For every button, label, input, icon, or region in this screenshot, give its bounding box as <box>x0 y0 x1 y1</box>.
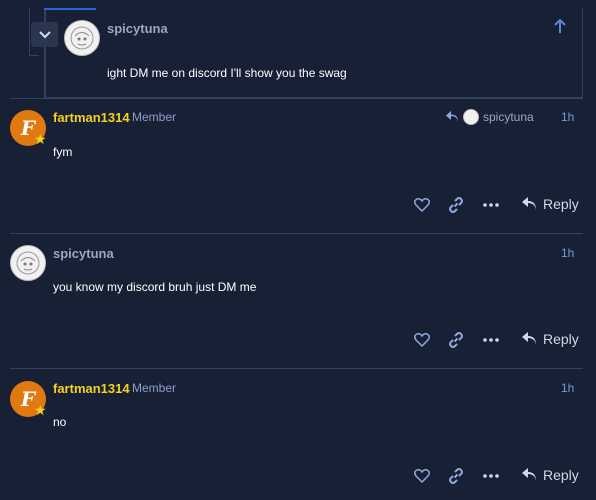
like-button[interactable] <box>412 331 432 349</box>
star-icon: ★ <box>34 402 47 418</box>
collapse-quote-button[interactable] <box>31 22 58 47</box>
quote-accent-line <box>44 8 96 10</box>
avatar[interactable] <box>10 245 46 281</box>
star-icon: ★ <box>34 131 47 147</box>
post-text: fym <box>53 145 73 159</box>
avatar <box>463 109 479 125</box>
post-divider <box>10 98 583 99</box>
topic-thread: spicytuna ight DM me on discord I'll sho… <box>0 0 596 500</box>
reply-label: Reply <box>543 196 579 212</box>
quote-username[interactable]: spicytuna <box>107 21 168 36</box>
member-badge: Member <box>132 381 177 395</box>
more-actions-button[interactable] <box>481 331 501 349</box>
avatar-drawing-icon <box>16 251 40 275</box>
heart-icon <box>414 333 430 347</box>
reply-button[interactable]: Reply <box>521 331 579 347</box>
reply-to-username: spicytuna <box>483 110 534 124</box>
link-icon <box>449 468 463 484</box>
reply-arrow-icon <box>522 332 536 345</box>
ellipsis-icon <box>483 203 499 207</box>
reply-arrow-icon <box>522 468 536 481</box>
post-time[interactable]: 1h <box>561 110 574 124</box>
more-actions-button[interactable] <box>481 196 501 214</box>
avatar-drawing-icon <box>70 26 94 50</box>
ellipsis-icon <box>483 474 499 478</box>
post-username[interactable]: fartman1314 <box>53 110 130 125</box>
heart-icon <box>414 198 430 212</box>
post-username[interactable]: spicytuna <box>53 246 114 261</box>
like-button[interactable] <box>412 196 432 214</box>
reply-arrow-icon <box>522 197 536 210</box>
link-icon <box>449 332 463 348</box>
post-divider <box>10 233 583 234</box>
like-button[interactable] <box>412 467 432 485</box>
copy-link-button[interactable] <box>446 331 466 349</box>
reply-button[interactable]: Reply <box>521 196 579 212</box>
reply-button[interactable]: Reply <box>521 467 579 483</box>
arrow-up-icon[interactable] <box>553 18 567 34</box>
post-text: you know my discord bruh just DM me <box>53 280 257 294</box>
reply-label: Reply <box>543 467 579 483</box>
heart-icon <box>414 469 430 483</box>
reply-label: Reply <box>543 331 579 347</box>
member-badge: Member <box>132 110 177 124</box>
ellipsis-icon <box>483 338 499 342</box>
reply-arrow-icon <box>446 111 458 122</box>
post-time[interactable]: 1h <box>561 246 574 260</box>
post-time[interactable]: 1h <box>561 381 574 395</box>
link-icon <box>449 197 463 213</box>
more-actions-button[interactable] <box>481 467 501 485</box>
post-divider <box>10 368 583 369</box>
quote-text: ight DM me on discord I'll show you the … <box>107 66 347 80</box>
post-username[interactable]: fartman1314 <box>53 381 130 396</box>
reply-to-indicator[interactable]: spicytuna <box>445 109 534 125</box>
post-text: no <box>53 415 67 429</box>
avatar[interactable] <box>64 20 100 56</box>
chevron-down-icon <box>38 30 51 38</box>
copy-link-button[interactable] <box>446 196 466 214</box>
copy-link-button[interactable] <box>446 467 466 485</box>
